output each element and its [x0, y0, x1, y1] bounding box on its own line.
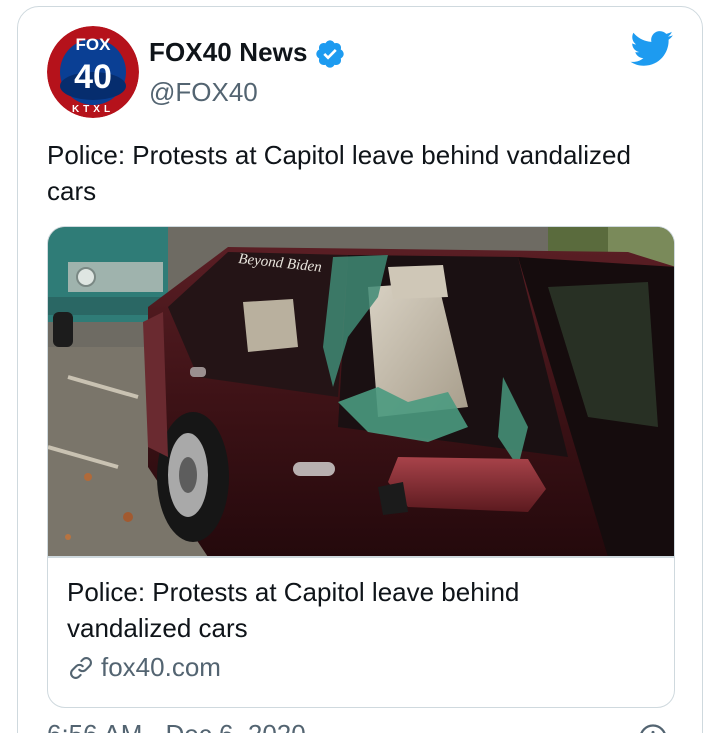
link-icon — [70, 656, 92, 679]
handle[interactable]: @FOX40 — [149, 77, 258, 108]
vandalized-car-photo: Beyond Biden — [48, 227, 674, 557]
fox40-logo-icon: FOX 40 KTXL — [47, 26, 139, 118]
logo-fox-text: FOX — [76, 35, 112, 54]
timestamp[interactable]: 6:56 AM · Dec 6, 2020 — [47, 719, 306, 733]
link-domain-text: fox40.com — [101, 652, 221, 682]
info-icon[interactable] — [638, 723, 668, 733]
link-card-divider — [48, 556, 674, 558]
display-name[interactable]: FOX40 News — [149, 37, 308, 68]
twitter-bird-icon[interactable] — [630, 31, 674, 67]
verified-badge-icon — [316, 40, 344, 68]
tweet-card[interactable]: FOX 40 KTXL FOX40 News @FOX40 Police: Pr… — [17, 6, 703, 733]
logo-number-text: 40 — [74, 58, 112, 96]
link-title[interactable]: Police: Protests at Capitol leave behind… — [67, 574, 627, 646]
logo-callsign-text: KTXL — [72, 104, 114, 115]
link-domain[interactable]: fox40.com — [67, 652, 221, 683]
link-preview-card[interactable]: Beyond Biden Police: Protests at Capitol… — [47, 226, 675, 708]
avatar[interactable]: FOX 40 KTXL — [47, 26, 139, 118]
link-preview-image[interactable]: Beyond Biden — [48, 227, 674, 557]
tweet-text: Police: Protests at Capitol leave behind… — [47, 140, 631, 206]
